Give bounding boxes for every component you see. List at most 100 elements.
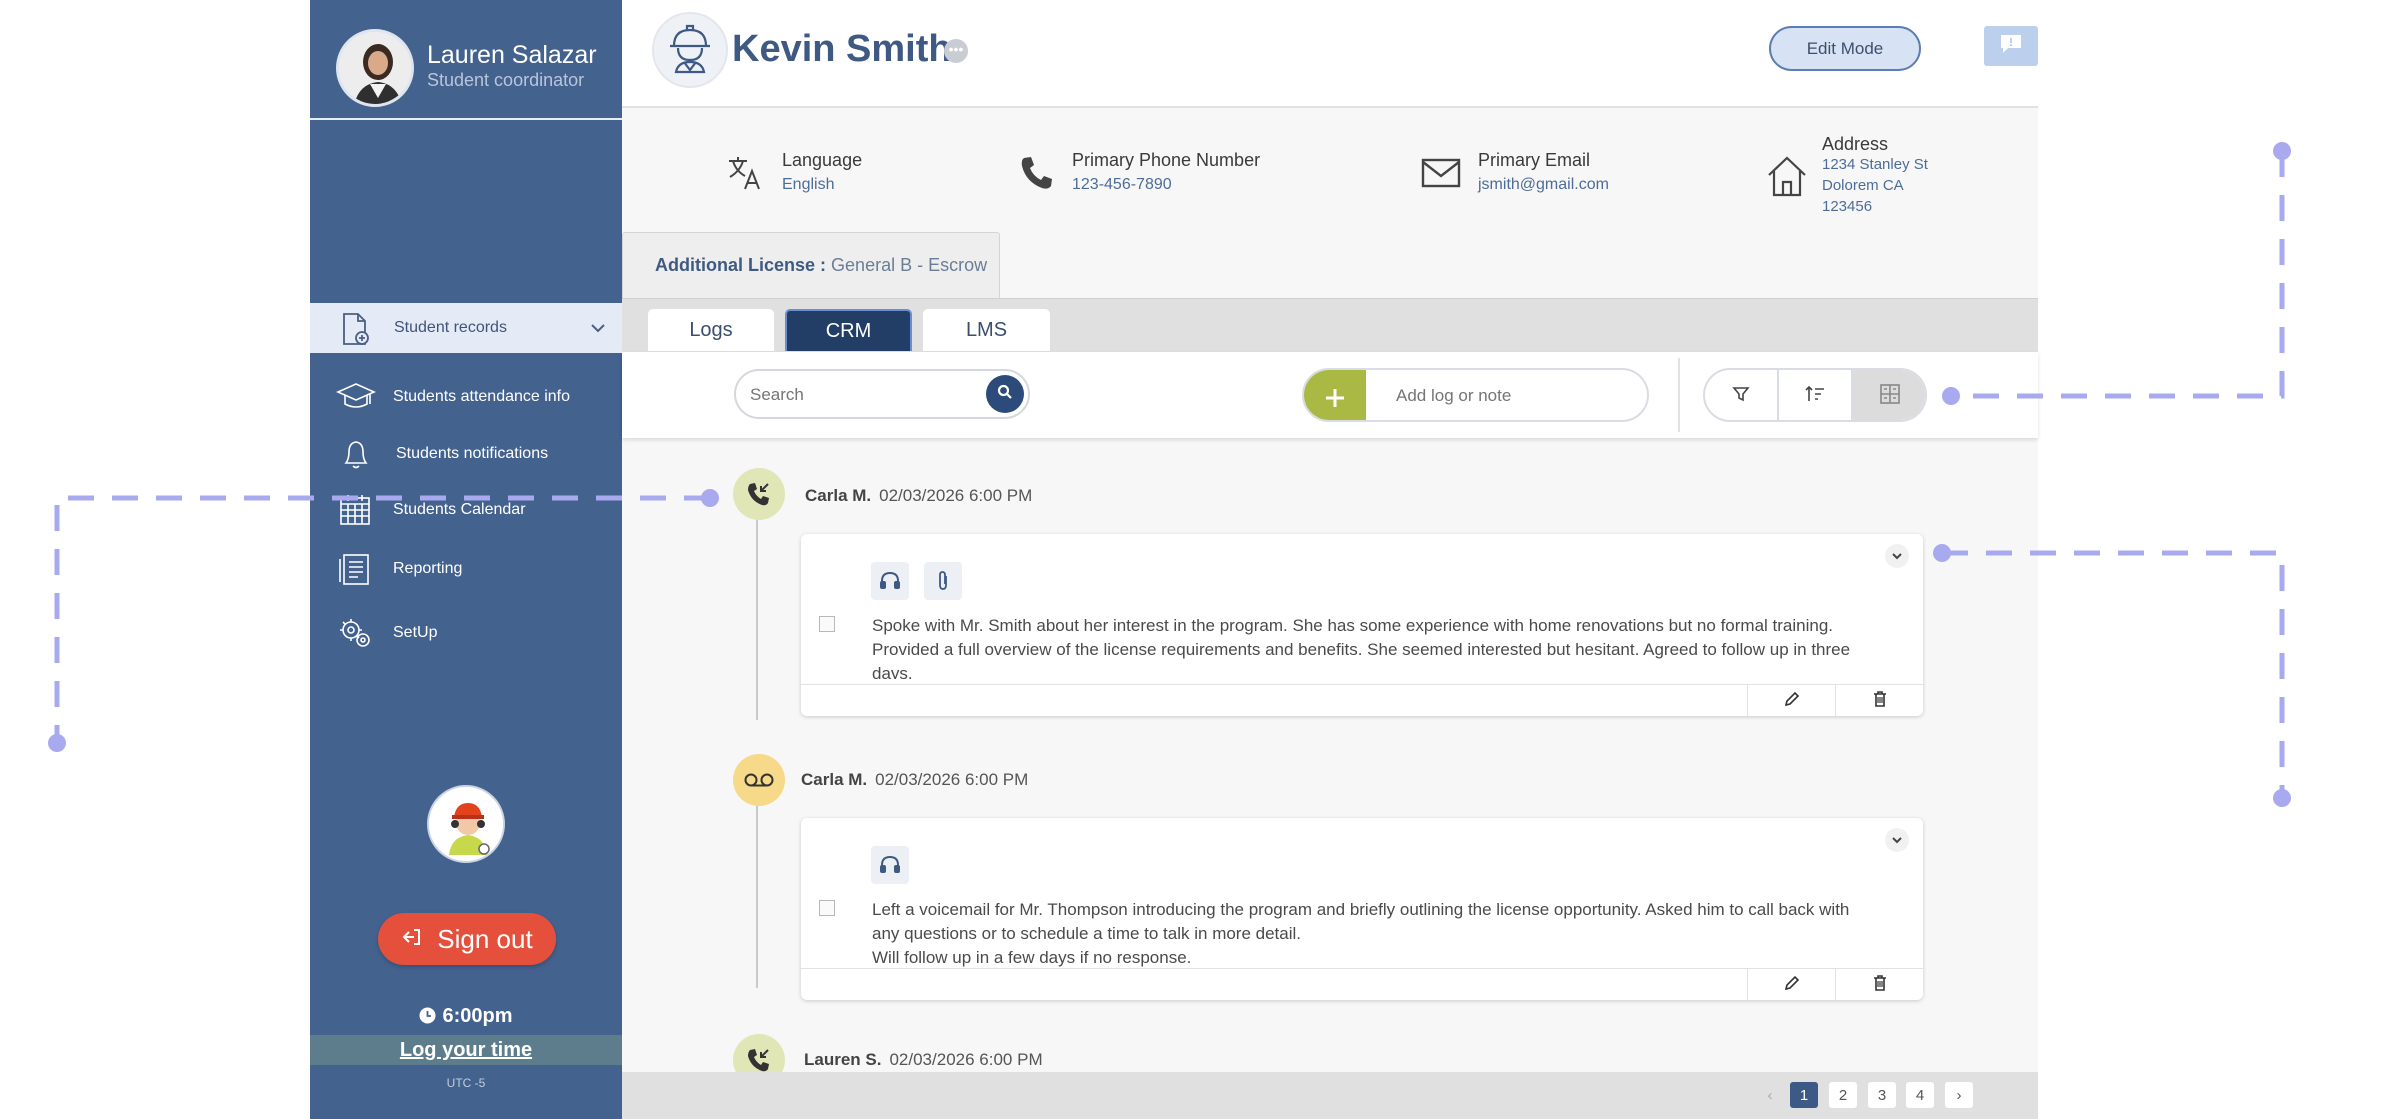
search-box (734, 369, 1030, 419)
sidebar-item-setup[interactable]: SetUp (310, 608, 622, 656)
crm-timeline: Carla M. 02/03/2026 6:00 PM Spoke with Mr… (622, 440, 2038, 1072)
search-icon (997, 384, 1013, 405)
page-1[interactable]: 1 (1790, 1082, 1818, 1108)
headset-icon[interactable] (871, 562, 909, 600)
add-log-box (1302, 368, 1649, 422)
plus-icon (1325, 375, 1345, 417)
trash-icon (1873, 974, 1887, 996)
timeline-line (756, 788, 758, 988)
edit-button[interactable] (1747, 969, 1835, 1000)
address-label: Address (1822, 134, 1889, 154)
email-label: Primary Email (1478, 150, 1591, 170)
home-icon (1766, 154, 1808, 203)
prev-page-icon[interactable]: ‹ (1756, 1082, 1784, 1108)
sign-out-button[interactable]: Sign out (378, 913, 556, 965)
nav-group-label: Student records (394, 319, 507, 336)
entry-author: Carla M. (801, 770, 868, 789)
worker-logo (427, 785, 505, 863)
entry-time: 6:00 PM (968, 486, 1033, 505)
sidebar-item-label: Students attendance info (393, 388, 571, 405)
email-value[interactable]: jsmith@gmail.com (1478, 176, 1609, 194)
address-line2: Dolorem CA (1822, 177, 1904, 194)
more-options-icon[interactable]: ••• (944, 39, 968, 63)
report-icon (336, 552, 376, 586)
crm-toolbar (622, 352, 2038, 438)
next-page-icon[interactable]: › (1945, 1082, 1973, 1108)
help-button[interactable] (1984, 26, 2038, 66)
search-button[interactable] (986, 375, 1024, 413)
sidebar-item-reporting[interactable]: Reporting (310, 544, 622, 592)
license-tab[interactable]: Additional License : General B - Escrow (622, 232, 1000, 298)
sidebar-item-calendar[interactable]: Students Calendar (310, 485, 622, 533)
entry-time: 6:00 PM (979, 1050, 1043, 1069)
filter-icon (1732, 385, 1750, 408)
entry-date: 02/03/2026 (879, 486, 965, 505)
page-4[interactable]: 4 (1906, 1082, 1934, 1108)
license-value: General B - Escrow (831, 255, 988, 275)
avatar[interactable] (336, 29, 414, 107)
trash-icon (1873, 690, 1887, 712)
phone-label: Primary Phone Number (1072, 150, 1261, 170)
sidebar-item-attendance[interactable]: Students attendance info (310, 372, 622, 420)
tab-crm[interactable]: CRM (785, 309, 912, 351)
current-time-value: 6:00pm (442, 1005, 513, 1027)
attachment-icon[interactable] (924, 562, 962, 600)
entry-checkbox[interactable] (819, 616, 835, 632)
entry-note: Left a voicemail for Mr. Thompson introd… (872, 900, 1850, 943)
sort-icon (1805, 385, 1825, 408)
chevron-down-icon[interactable] (588, 318, 608, 338)
page-2[interactable]: 2 (1829, 1082, 1857, 1108)
document-add-icon (338, 311, 372, 347)
layout-button[interactable] (1853, 370, 1925, 420)
sign-out-label: Sign out (437, 923, 533, 954)
chevron-down-icon[interactable] (1885, 828, 1909, 852)
contact-name: Kevin Smith (732, 28, 952, 70)
filter-button[interactable] (1705, 370, 1779, 420)
page-3[interactable]: 3 (1868, 1082, 1896, 1108)
record-tabs: Logs CRM LMS (622, 298, 2038, 352)
tab-logs[interactable]: Logs (648, 309, 774, 351)
log-card: Left a voicemail for Mr. Thompson introd… (801, 818, 1923, 1000)
entry-checkbox[interactable] (819, 900, 835, 916)
help-icon (2000, 34, 2022, 59)
language-value: English (782, 176, 835, 193)
main-panel: Kevin Smith ••• Edit Mode Language Engli… (622, 0, 2038, 1119)
chevron-down-icon[interactable] (1885, 544, 1909, 568)
mail-icon (1421, 154, 1461, 197)
edit-button[interactable] (1747, 685, 1835, 716)
language-label: Language (782, 150, 863, 170)
sort-button[interactable] (1779, 370, 1853, 420)
nav-group-student-records[interactable]: Student records (310, 303, 622, 353)
phone-value[interactable]: 123-456-7890 (1072, 176, 1172, 194)
pencil-icon (1784, 691, 1800, 712)
entry-meta: Lauren S. 02/03/2026 6:00 PM (804, 1050, 1043, 1070)
graduation-cap-icon (336, 380, 376, 414)
entry-note-followup: Will follow up in a few days if no respo… (872, 948, 1192, 967)
log-time-link[interactable]: Log your time (310, 1035, 622, 1065)
view-tools (1703, 368, 1927, 422)
entry-date: 02/03/2026 (889, 1050, 975, 1069)
headset-icon[interactable] (871, 846, 909, 884)
add-log-button[interactable] (1304, 370, 1366, 420)
entry-meta: Carla M. 02/03/2026 6:00 PM (805, 486, 1032, 506)
sidebar-item-label: SetUp (393, 624, 438, 641)
delete-button[interactable] (1835, 685, 1923, 716)
address-line1: 1234 Stanley St (1822, 156, 1928, 173)
tab-lms[interactable]: LMS (923, 309, 1050, 351)
user-name: Lauren Salazar (427, 41, 597, 69)
card-actions (801, 968, 1923, 1000)
add-log-input[interactable] (1396, 384, 1636, 408)
sidebar-item-notifications[interactable]: Students notifications (310, 429, 622, 477)
sidebar-item-label: Students Calendar (393, 501, 526, 518)
contact-info: Language English Primary Phone Number 12… (622, 110, 2038, 230)
edit-mode-button[interactable]: Edit Mode (1769, 26, 1921, 71)
entry-note: Spoke with Mr. Smith about her interest … (872, 616, 1851, 679)
user-role: Student coordinator (427, 70, 585, 90)
incoming-call-icon (733, 1034, 785, 1072)
address-line3: 123456 (1822, 198, 1873, 215)
search-input[interactable] (750, 383, 980, 407)
gears-icon (336, 616, 376, 650)
contact-avatar (652, 12, 728, 88)
card-actions (801, 684, 1923, 716)
delete-button[interactable] (1835, 969, 1923, 1000)
